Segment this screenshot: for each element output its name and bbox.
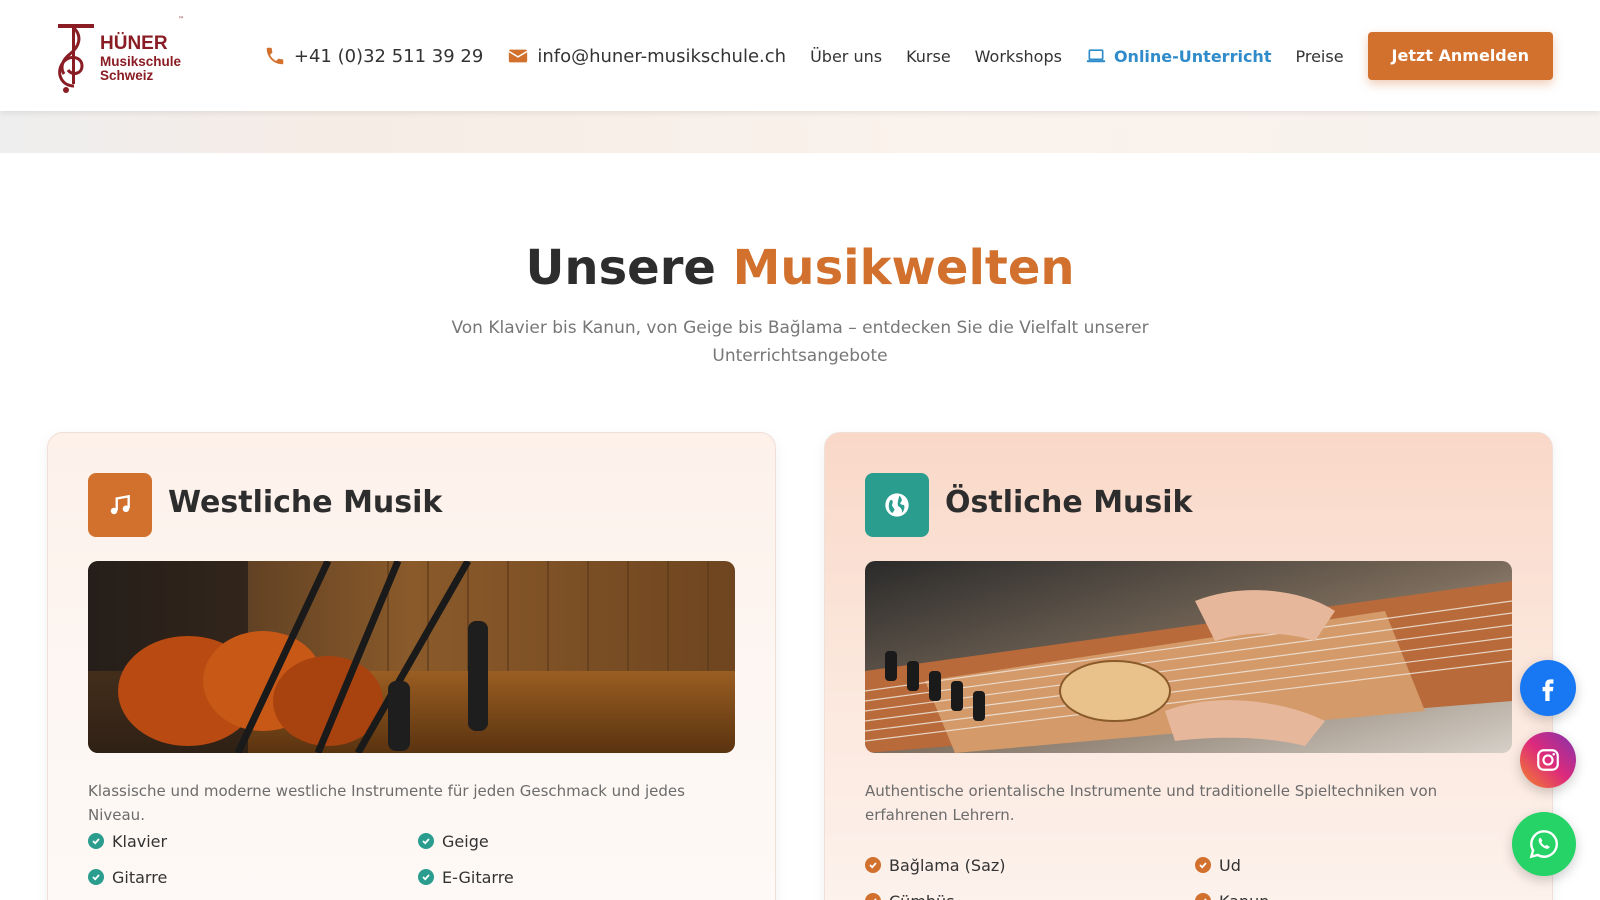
section-subtitle: Von Klavier bis Kanun, von Geige bis Bağ…: [450, 314, 1150, 370]
hero-bottom-band: [0, 111, 1600, 153]
western-music-title: Westliche Musik: [168, 485, 443, 520]
nav-workshops[interactable]: Workshops: [975, 47, 1062, 66]
phone-link[interactable]: +41 (0)32 511 39 29: [264, 45, 483, 67]
facebook-button[interactable]: [1520, 660, 1576, 716]
western-music-description: Klassische und moderne westliche Instrum…: [88, 782, 685, 824]
eastern-music-description: Authentische orientalische Instrumente u…: [865, 782, 1438, 824]
site-header: HÜNER Musikschule Schweiz ™ +41 (0)32 51…: [0, 0, 1600, 111]
check-icon: [1195, 857, 1211, 873]
music-note-icon: [88, 473, 152, 537]
instrument-label: Ud: [1219, 855, 1241, 875]
western-instrument-list: Klavier Geige Gitarre E-Gitarre: [88, 829, 748, 889]
eastern-music-card[interactable]: Östliche Musik Authentische orientalisch…: [824, 432, 1553, 900]
nav-preise[interactable]: Preise: [1295, 47, 1343, 66]
section-subtitle-line1: Von Klavier bis Kanun, von Geige bis Bağ…: [451, 318, 1149, 338]
list-item: Bağlama (Saz): [865, 853, 1195, 877]
nav-ueber-uns[interactable]: Über uns: [810, 47, 882, 66]
section-title: Unsere Musikwelten: [0, 240, 1600, 296]
instrument-label: E-Gitarre: [442, 867, 514, 887]
register-button[interactable]: Jetzt Anmelden: [1367, 32, 1553, 80]
laptop-icon: [1086, 49, 1106, 63]
check-icon: [1195, 893, 1211, 900]
email-address: info@huner-musikschule.ch: [537, 45, 787, 67]
instagram-button[interactable]: [1520, 732, 1576, 788]
nav-online-unterricht[interactable]: Online-Unterricht: [1086, 46, 1272, 66]
nav-kurse[interactable]: Kurse: [906, 47, 951, 66]
main-nav: +41 (0)32 511 39 29 info@huner-musikschu…: [264, 32, 1553, 80]
list-item: Kanun: [1195, 889, 1525, 900]
section-subtitle-line2: Unterrichtsangebote: [712, 346, 888, 366]
trademark-symbol: ™: [178, 16, 184, 23]
brand-line3: Schweiz: [100, 67, 154, 83]
whatsapp-icon: [1529, 830, 1558, 859]
list-item: Klavier: [88, 829, 418, 853]
email-link[interactable]: info@huner-musikschule.ch: [507, 45, 786, 67]
brand-name: HÜNER: [100, 33, 168, 54]
treble-clef-logo-icon: [58, 24, 94, 93]
phone-icon: [266, 47, 284, 65]
check-icon: [865, 893, 881, 900]
list-item: E-Gitarre: [418, 865, 748, 889]
check-icon: [865, 857, 881, 873]
envelope-icon: [508, 49, 528, 63]
list-item: Ud: [1195, 853, 1525, 877]
instagram-icon: [1537, 749, 1559, 771]
eastern-instrument-list: Bağlama (Saz) Ud Cümbüş Kanun: [865, 853, 1525, 900]
instrument-label: Geige: [442, 831, 489, 851]
nav-online-unterricht-label: Online-Unterricht: [1113, 46, 1272, 66]
list-item: Geige: [418, 829, 748, 853]
list-item: Cümbüş: [865, 889, 1195, 900]
phone-number: +41 (0)32 511 39 29: [293, 45, 484, 67]
violins-image: [88, 561, 735, 753]
list-item: Gitarre: [88, 865, 418, 889]
brand-logo[interactable]: HÜNER Musikschule Schweiz: [52, 16, 202, 96]
instrument-label: Kanun: [1219, 892, 1269, 900]
whatsapp-button[interactable]: [1512, 812, 1576, 876]
check-icon: [418, 833, 434, 849]
instrument-label: Bağlama (Saz): [889, 855, 1006, 875]
globe-icon: [865, 473, 929, 537]
check-icon: [418, 869, 434, 885]
kanun-image: [865, 561, 1512, 753]
instrument-label: Cümbüş: [889, 892, 955, 900]
eastern-music-title: Östliche Musik: [945, 485, 1193, 520]
check-icon: [88, 833, 104, 849]
section-title-accent: Musikwelten: [732, 240, 1075, 296]
check-icon: [88, 869, 104, 885]
facebook-icon: [1542, 679, 1554, 701]
section-title-part1: Unsere: [525, 240, 716, 296]
instrument-label: Gitarre: [112, 867, 168, 887]
brand-line2: Musikschule: [100, 54, 182, 69]
instrument-label: Klavier: [112, 831, 168, 851]
western-music-card[interactable]: Westliche Musik Klassische und moderne w…: [47, 432, 776, 900]
